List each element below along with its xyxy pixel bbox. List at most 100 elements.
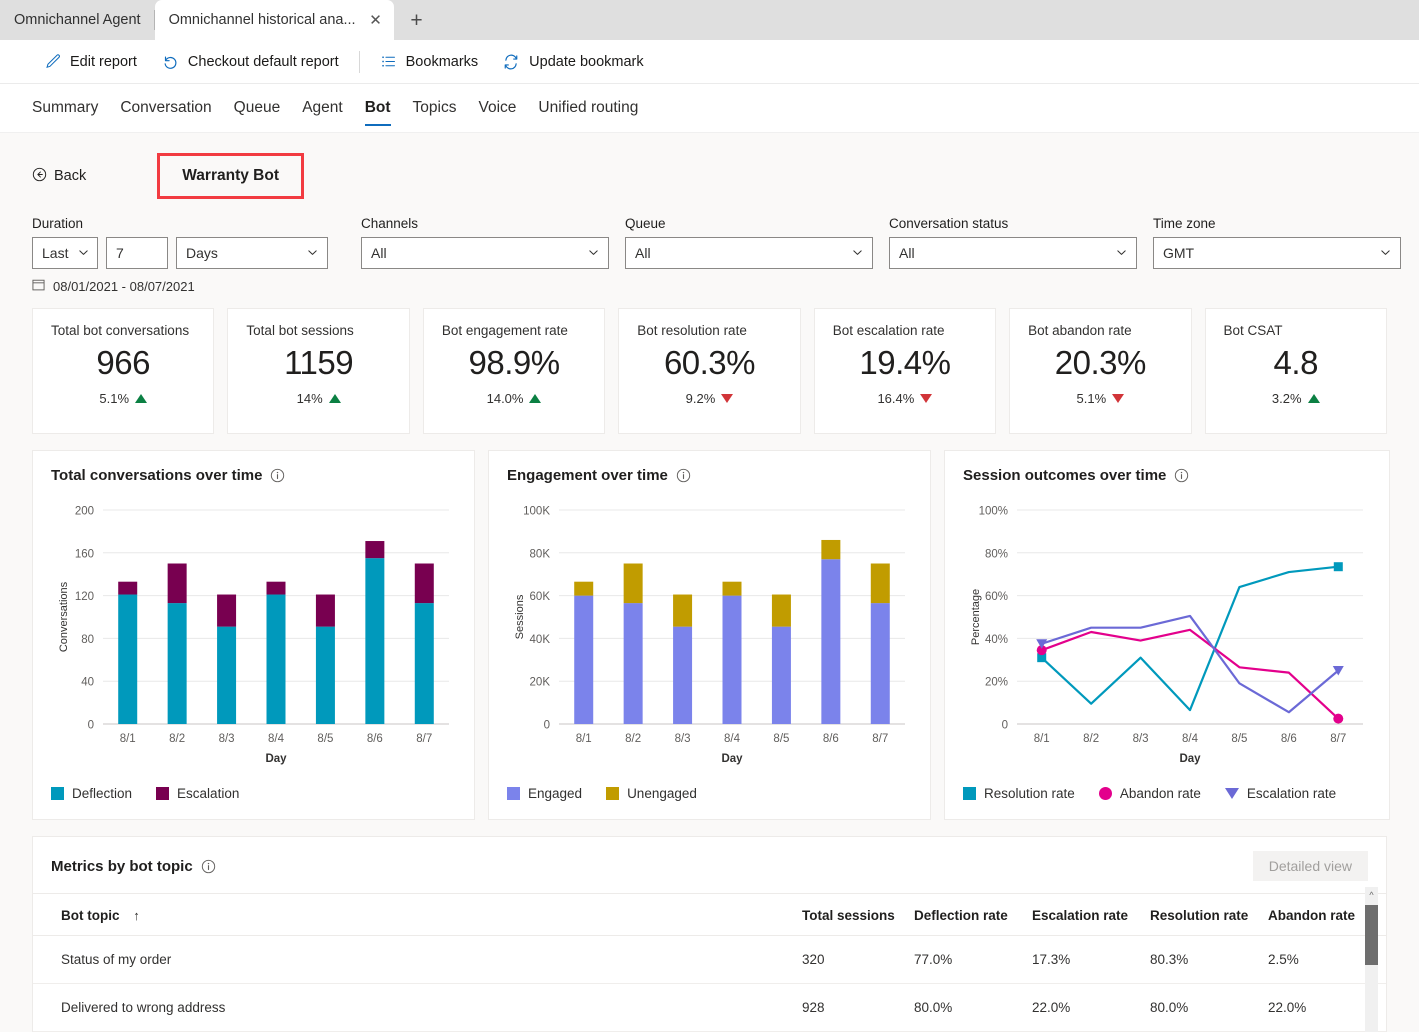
chart-title: Session outcomes over time [963, 467, 1371, 484]
kpi-title: Total bot conversations [51, 323, 190, 338]
legend-item[interactable]: Engaged [507, 786, 582, 801]
tab-agent[interactable]: Agent [291, 84, 354, 132]
column-header-deflection-rate[interactable]: Deflection rate [914, 894, 1032, 936]
tab-queue[interactable]: Queue [223, 84, 292, 132]
tab-conversation[interactable]: Conversation [109, 84, 222, 132]
tab-unified-routing[interactable]: Unified routing [527, 84, 649, 132]
duration-amount-input[interactable]: 7 [106, 237, 168, 269]
kpi-delta-value: 14.0% [486, 391, 524, 406]
queue-select[interactable]: All [625, 237, 873, 269]
kpi-delta: 14.0% [442, 391, 604, 406]
info-icon[interactable] [1174, 468, 1189, 483]
back-button[interactable]: Back [32, 167, 86, 186]
channels-select[interactable]: All [361, 237, 609, 269]
queue-value: All [635, 245, 651, 261]
chart-title: Engagement over time [507, 467, 912, 484]
filter-bar: Duration Last 7 Days 08/01/2021 - 08/07/… [32, 216, 1401, 294]
channels-value: All [371, 245, 387, 261]
legend-item[interactable]: Escalation rate [1224, 786, 1336, 801]
bar-segment [771, 594, 791, 627]
time-zone-select[interactable]: GMT [1153, 237, 1401, 269]
close-icon[interactable]: ✕ [366, 10, 386, 30]
legend-item[interactable]: Escalation [156, 786, 239, 801]
checkout-default-report-button[interactable]: Checkout default report [149, 47, 351, 77]
conversation-status-select[interactable]: All [889, 237, 1137, 269]
data-point-marker [1333, 562, 1343, 572]
x-axis-tick-label: 8/4 [1182, 733, 1199, 745]
bar-segment [118, 594, 138, 724]
kpi-delta: 14% [246, 391, 408, 406]
bookmarks-button[interactable]: Bookmarks [368, 47, 491, 76]
legend-item[interactable]: Resolution rate [963, 786, 1075, 801]
bar-segment [821, 539, 841, 560]
edit-report-button[interactable]: Edit report [32, 47, 149, 76]
kpi-card: Bot resolution rate 60.3% 9.2% [618, 308, 801, 434]
bar-segment [315, 594, 335, 627]
chart-plot-area: 0 20% 40% 60% 80% 100% 8/1 8/2 8/3 8/4 8/5 8/6 8/7 Da… [963, 492, 1371, 787]
queue-filter: Queue All [625, 216, 873, 294]
legend-item[interactable]: Deflection [51, 786, 132, 801]
scrollbar-thumb[interactable] [1365, 905, 1378, 965]
table-cell-topic: Status of my order [33, 935, 802, 984]
kpi-delta-value: 5.1% [99, 391, 130, 406]
x-axis-tick-label: 8/6 [367, 733, 383, 745]
column-header-bot-topic[interactable]: Bot topic ↑ [33, 894, 802, 936]
tab-summary[interactable]: Summary [32, 84, 109, 132]
y-axis-tick-label: 80% [985, 548, 1008, 560]
table-cell-topic: Delivered to wrong address [33, 983, 802, 1032]
plus-icon[interactable]: + [402, 6, 432, 36]
x-axis-tick-label: 8/6 [1281, 733, 1297, 745]
y-axis-tick-label: 160 [75, 548, 94, 560]
trend-down-icon [1112, 394, 1125, 403]
bar-segment [167, 563, 187, 604]
kpi-title: Bot resolution rate [637, 323, 747, 338]
info-icon[interactable] [201, 859, 216, 874]
table-row[interactable]: Status of my order 320 77.0% 17.3% 80.3% 2.5% [33, 935, 1386, 984]
y-axis-tick-label: 0 [88, 720, 94, 732]
column-label: Bot topic [61, 908, 120, 923]
line-series [1041, 628, 1340, 720]
detailed-view-button[interactable]: Detailed view [1252, 851, 1368, 881]
duration-relative-select[interactable]: Last [32, 237, 98, 269]
column-header-resolution-rate[interactable]: Resolution rate [1150, 894, 1268, 936]
tab-label: Unified routing [538, 99, 639, 116]
stacked-bar-chart: 0 20K 40K 60K 80K 100K 8/1 8/2 8/3 8/4 8/5 8/6 8/7 Da… [514, 506, 905, 765]
data-point-marker [1333, 713, 1344, 724]
x-axis-tick-label: 8/7 [1330, 733, 1346, 745]
bar-segment [722, 581, 742, 596]
y-axis-tick-label: 20% [985, 677, 1008, 689]
trend-up-icon [1307, 394, 1320, 403]
x-axis-tick-label: 8/7 [872, 733, 888, 745]
kpi-title: Total bot sessions [246, 323, 354, 338]
legend-item[interactable]: Unengaged [606, 786, 697, 801]
command-bar: Edit report Checkout default report Book… [0, 40, 1419, 84]
legend-square-icon [51, 787, 64, 800]
table-scrollbar[interactable]: ^ [1365, 887, 1378, 1032]
list-icon [380, 53, 397, 70]
column-header-escalation-rate[interactable]: Escalation rate [1032, 894, 1150, 936]
scroll-up-icon[interactable]: ^ [1365, 887, 1378, 903]
tab-bot[interactable]: Bot [354, 84, 402, 132]
info-icon[interactable] [676, 468, 691, 483]
chart-legend: Resolution rate Abandon rate Escalation ra… [963, 786, 1336, 801]
info-icon[interactable] [270, 468, 285, 483]
y-axis-tick-label: 80 [81, 634, 94, 646]
browser-tab-active[interactable]: Omnichannel historical ana... ✕ [154, 0, 394, 40]
bar-segment [217, 594, 237, 627]
browser-tab-inactive[interactable]: Omnichannel Agent [0, 0, 155, 40]
tab-topics[interactable]: Topics [402, 84, 468, 132]
table-row[interactable]: Delivered to wrong address 928 80.0% 22.0% 8… [33, 983, 1386, 1032]
duration-unit-select[interactable]: Days [176, 237, 328, 269]
legend-item[interactable]: Abandon rate [1098, 786, 1201, 801]
kpi-delta-value: 9.2% [685, 391, 716, 406]
table-cell-total-sessions: 928 [802, 983, 914, 1032]
kpi-value: 1159 [284, 344, 354, 381]
duration-relative-value: Last [42, 245, 69, 261]
column-header-total-sessions[interactable]: Total sessions [802, 894, 914, 936]
tab-label: Voice [478, 99, 517, 116]
x-axis-tick-label: 8/2 [169, 733, 185, 745]
update-bookmark-button[interactable]: Update bookmark [490, 47, 655, 77]
tab-voice[interactable]: Voice [467, 84, 527, 132]
calendar-icon [32, 278, 45, 294]
table-title-text: Metrics by bot topic [51, 857, 193, 875]
